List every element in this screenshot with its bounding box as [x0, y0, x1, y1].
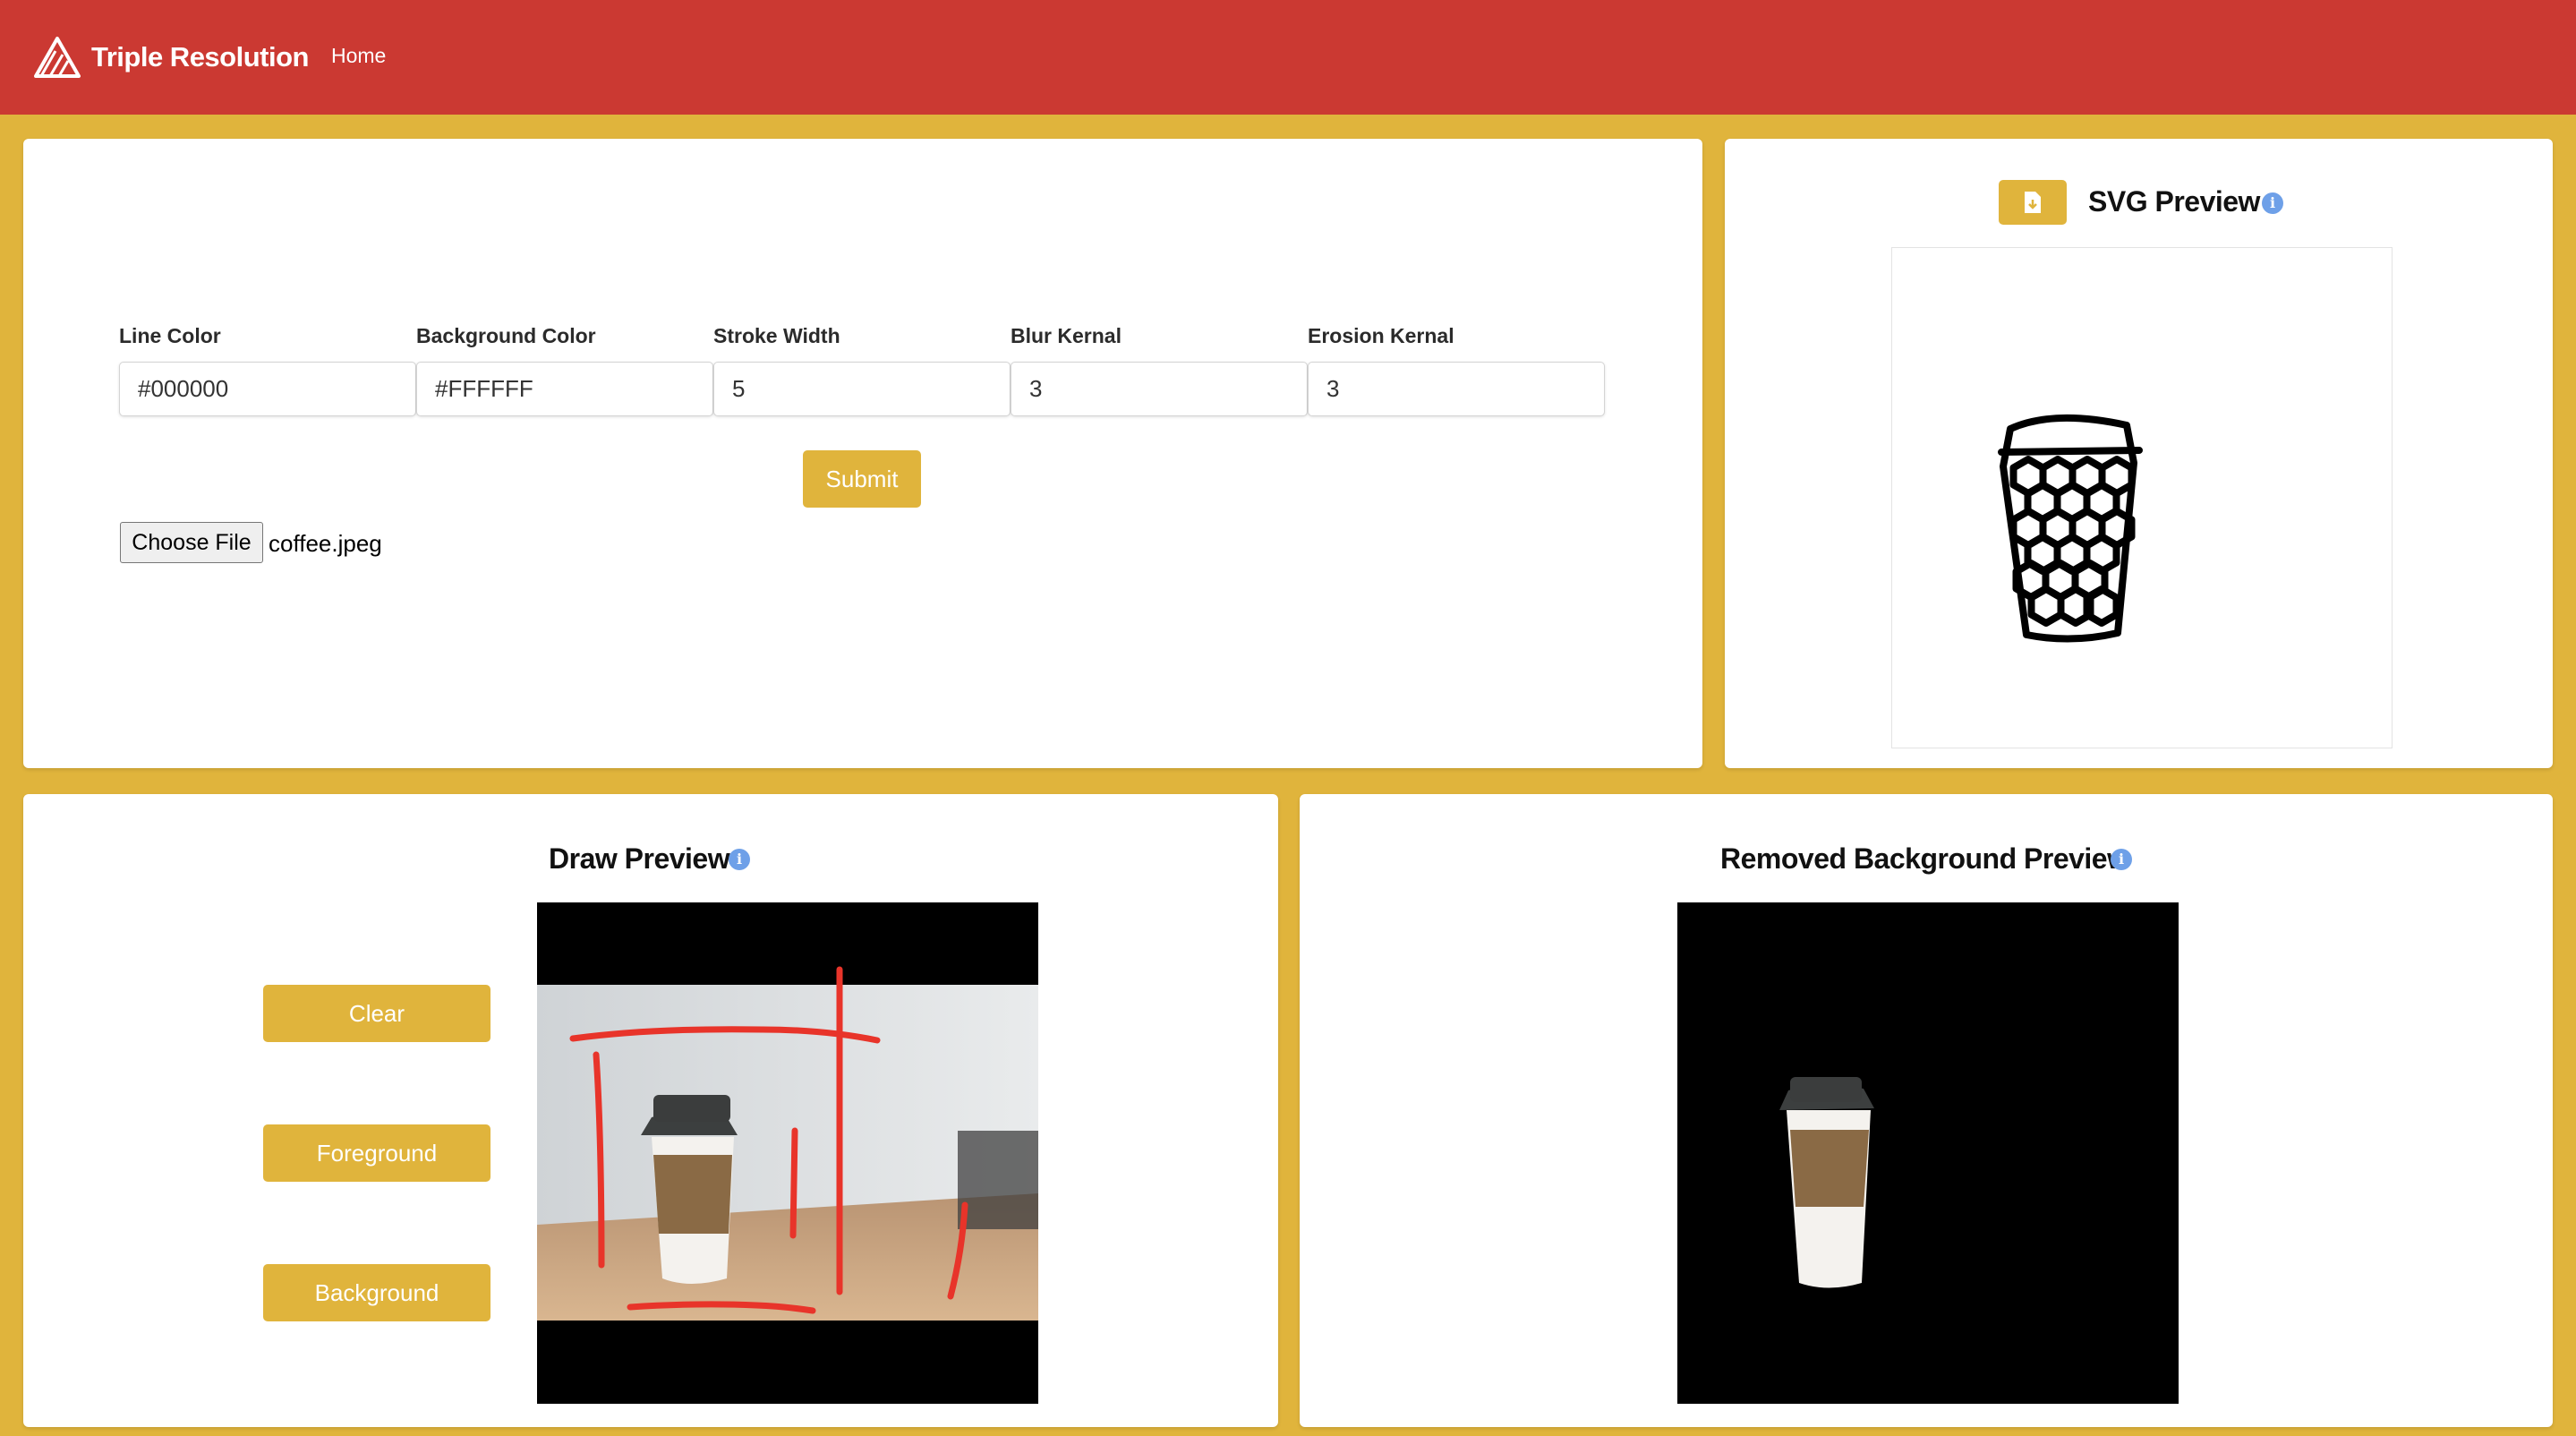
hexagon-cell [2027, 586, 2065, 627]
choose-file-button[interactable]: Choose File [120, 522, 263, 563]
removed-background-canvas [1677, 902, 2179, 1404]
background-button[interactable]: Background [263, 1264, 490, 1321]
foreground-button[interactable]: Foreground [263, 1124, 490, 1182]
info-icon[interactable]: i [2262, 192, 2283, 214]
selected-file-name: coffee.jpeg [269, 530, 382, 557]
svg-preview-title: SVG Preview [2088, 185, 2260, 218]
coffee-cup-cutout [1779, 1077, 1874, 1288]
line-color-input[interactable] [119, 362, 416, 416]
brand-name: Triple Resolution [91, 41, 309, 73]
hexagon-cup-drawing [1998, 414, 2143, 643]
top-navbar: Triple Resolution Home [0, 0, 2576, 115]
blur-kernal-label: Blur Kernal [1011, 324, 1122, 347]
download-svg-button[interactable] [1999, 180, 2067, 225]
background-color-label: Background Color [416, 324, 596, 347]
erosion-kernal-input[interactable] [1308, 362, 1605, 416]
nav-home-link[interactable]: Home [331, 44, 386, 68]
mountain-logo-icon [34, 37, 81, 78]
clear-button[interactable]: Clear [263, 985, 490, 1042]
stroke-width-label: Stroke Width [713, 324, 840, 347]
background-color-input[interactable] [416, 362, 713, 416]
erosion-kernal-label: Erosion Kernal [1308, 324, 1454, 347]
coffee-photo-with-strokes [537, 966, 1038, 1321]
blur-kernal-input[interactable] [1011, 362, 1308, 416]
svg-preview-canvas [1891, 247, 2393, 748]
svg-preview-card: SVG Preview i [1725, 139, 2553, 768]
draw-canvas[interactable] [537, 902, 1038, 1404]
file-download-icon [2025, 192, 2041, 213]
draw-preview-card: Draw Preview i Clear Foreground Backgrou… [23, 794, 1278, 1427]
settings-card: Line Color Background Color Stroke Width… [23, 139, 1702, 768]
draw-preview-title: Draw Preview [549, 842, 730, 875]
stroke-width-input[interactable] [713, 362, 1011, 416]
removed-background-title: Removed Background Preview [1720, 842, 2129, 875]
info-icon[interactable]: i [729, 849, 750, 870]
brand[interactable]: Triple Resolution [34, 36, 309, 79]
submit-button[interactable]: Submit [803, 450, 921, 508]
removed-background-card: Removed Background Preview i [1300, 794, 2553, 1427]
info-icon[interactable]: i [2111, 849, 2132, 870]
line-color-label: Line Color [119, 324, 221, 347]
